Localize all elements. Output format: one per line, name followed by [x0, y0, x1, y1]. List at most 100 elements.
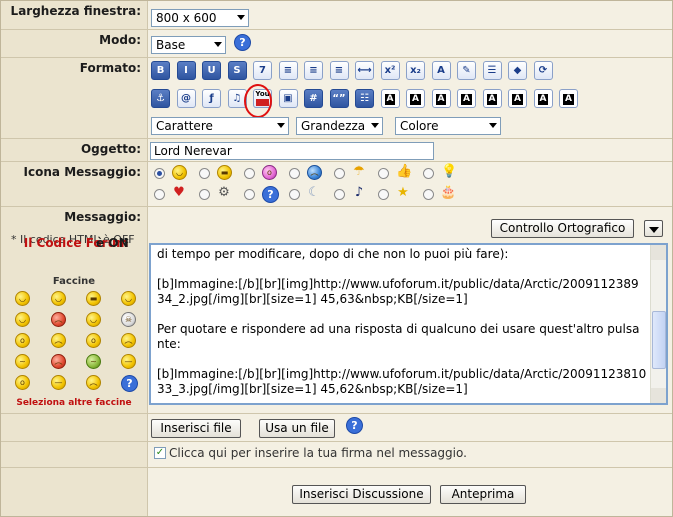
- icon-radio[interactable]: [244, 168, 255, 179]
- align-right-button[interactable]: ≡: [329, 61, 349, 80]
- subject-input[interactable]: Lord Nerevar: [150, 142, 434, 160]
- face-confused-icon[interactable]: ~: [15, 354, 30, 369]
- bold-button[interactable]: B: [151, 61, 170, 80]
- width-select[interactable]: 800 x 600: [151, 9, 249, 27]
- icon-radio[interactable]: [334, 168, 345, 179]
- letter-a6-button[interactable]: A: [508, 89, 527, 108]
- cry-icon: ︵: [307, 165, 322, 180]
- quote-button[interactable]: “”: [329, 89, 349, 108]
- letter-a7-button[interactable]: A: [533, 89, 553, 108]
- email-button[interactable]: @: [176, 89, 196, 108]
- icon-radio[interactable]: [334, 189, 345, 200]
- side-notes: * Il codice HTML è OFF * Il Codice Forum…: [11, 233, 135, 250]
- face-worried-icon[interactable]: ︵: [86, 375, 101, 390]
- font-family-select[interactable]: Carattere: [151, 117, 289, 135]
- preview-button[interactable]: Anteprima: [440, 485, 526, 504]
- face-blush-icon[interactable]: ︵: [51, 333, 66, 348]
- icon-radio[interactable]: [289, 168, 300, 179]
- face-surprise-icon[interactable]: o: [15, 375, 30, 390]
- face-neutral-icon[interactable]: —: [51, 375, 66, 390]
- spellcheck-button[interactable]: Controllo Ortografico: [491, 219, 634, 238]
- face-laugh-icon[interactable]: ◡: [121, 291, 136, 306]
- icon-radio[interactable]: [154, 189, 165, 200]
- glow-button[interactable]: ◆: [508, 61, 527, 80]
- icon-radio-none[interactable]: [154, 168, 165, 179]
- face-eek-icon[interactable]: o: [86, 333, 101, 348]
- grin-glasses-icon: ▬: [217, 165, 232, 180]
- icon-radio[interactable]: [378, 189, 389, 200]
- submit-row: Inserisci Discussione Anteprima: [1, 468, 672, 516]
- insert-discussion-button[interactable]: Inserisci Discussione: [292, 485, 431, 504]
- font-button[interactable]: 7: [253, 61, 272, 80]
- strike-button[interactable]: S: [227, 61, 247, 80]
- mode-help-icon[interactable]: ?: [234, 34, 251, 51]
- letter-a3-button[interactable]: A: [431, 89, 451, 108]
- highlight-button[interactable]: ✎: [457, 61, 476, 80]
- width-row: Larghezza finestra: 800 x 600: [1, 1, 672, 30]
- face-cool-icon[interactable]: ▬: [86, 291, 101, 306]
- attach-help-icon[interactable]: ?: [346, 417, 363, 434]
- icon-radio[interactable]: [423, 189, 434, 200]
- more-faces-link[interactable]: Seleziona altre faccine: [1, 398, 147, 408]
- align-left-button[interactable]: ≡: [278, 61, 298, 80]
- subject-row: Oggetto: Lord Nerevar: [1, 139, 672, 162]
- hr-button[interactable]: ⟷: [355, 61, 374, 80]
- letter-a4-button[interactable]: A: [457, 89, 476, 108]
- signature-checkbox[interactable]: ✓: [154, 447, 166, 459]
- italic-button[interactable]: I: [176, 61, 196, 80]
- font-size-select[interactable]: Grandezza: [296, 117, 383, 135]
- use-file-button[interactable]: Usa un file: [259, 419, 335, 438]
- spellcheck-options-button[interactable]: [644, 220, 663, 237]
- subscript-button[interactable]: x₂: [406, 61, 425, 80]
- face-question-icon[interactable]: ?: [121, 375, 138, 392]
- font-color-select[interactable]: Colore: [395, 117, 501, 135]
- icon-radio[interactable]: [244, 189, 255, 200]
- letter-a8-button[interactable]: A: [559, 89, 578, 108]
- star-icon: ★: [397, 185, 409, 200]
- icon-row: Icona Messaggio: ◡ ▬ o ︵ ☂ 👍 💡 ♥ ⚙ ? ☾ ♪…: [1, 162, 672, 207]
- face-wink-icon[interactable]: ◡: [15, 312, 30, 327]
- letter-a5-button[interactable]: A: [482, 89, 502, 108]
- flash-button[interactable]: ƒ: [202, 89, 221, 108]
- note-icon: ♪: [354, 185, 364, 200]
- thumb-icon: 👍: [396, 164, 413, 179]
- typewriter-button[interactable]: A: [431, 61, 451, 80]
- icon-label: Icona Messaggio:: [23, 165, 141, 179]
- face-angry-icon[interactable]: ︵: [51, 312, 66, 327]
- icon-radio[interactable]: [199, 168, 210, 179]
- face-skull-icon[interactable]: ☠: [121, 312, 136, 327]
- list-button[interactable]: ☷: [355, 89, 374, 108]
- superscript-button[interactable]: x²: [380, 61, 400, 80]
- icon-radio[interactable]: [378, 168, 389, 179]
- marquee-button[interactable]: ☰: [482, 61, 502, 80]
- letter-a2-button[interactable]: A: [406, 89, 425, 108]
- letter-a1-button[interactable]: A: [380, 89, 400, 108]
- scroll-down-arrow[interactable]: [651, 388, 666, 403]
- underline-button[interactable]: U: [202, 61, 221, 80]
- textarea-scrollbar[interactable]: [650, 245, 666, 403]
- face-shock-icon[interactable]: o: [15, 333, 30, 348]
- face-sick-icon[interactable]: ~: [86, 354, 101, 369]
- scroll-up-arrow[interactable]: [651, 245, 666, 260]
- face-mad-icon[interactable]: ︵: [51, 354, 66, 369]
- face-smile-icon[interactable]: ◡: [15, 291, 30, 306]
- align-center-button[interactable]: ≡: [304, 61, 323, 80]
- icon-radio[interactable]: [289, 189, 300, 200]
- mode-row: Modo: Base ?: [1, 30, 672, 58]
- mode-select[interactable]: Base: [151, 36, 226, 54]
- insert-file-button[interactable]: Inserisci file: [151, 419, 241, 438]
- image-button[interactable]: ▣: [278, 89, 298, 108]
- face-cry-icon[interactable]: ︵: [121, 333, 136, 348]
- icon-radio[interactable]: [199, 189, 210, 200]
- hash-button[interactable]: #: [304, 89, 323, 108]
- message-textarea[interactable]: di tempo per modificare, dopo di che non…: [149, 243, 668, 405]
- face-tongue-icon[interactable]: ◡: [86, 312, 101, 327]
- icon-radio[interactable]: [423, 168, 434, 179]
- link-button[interactable]: ⚓: [151, 89, 170, 108]
- refresh-button[interactable]: ⟳: [533, 61, 553, 80]
- scroll-thumb[interactable]: [652, 311, 666, 369]
- face-roll-eyes-icon[interactable]: —: [121, 354, 136, 369]
- mode-label: Modo:: [99, 33, 141, 47]
- surprised-icon: o: [262, 165, 277, 180]
- face-grin-icon[interactable]: ◡: [51, 291, 66, 306]
